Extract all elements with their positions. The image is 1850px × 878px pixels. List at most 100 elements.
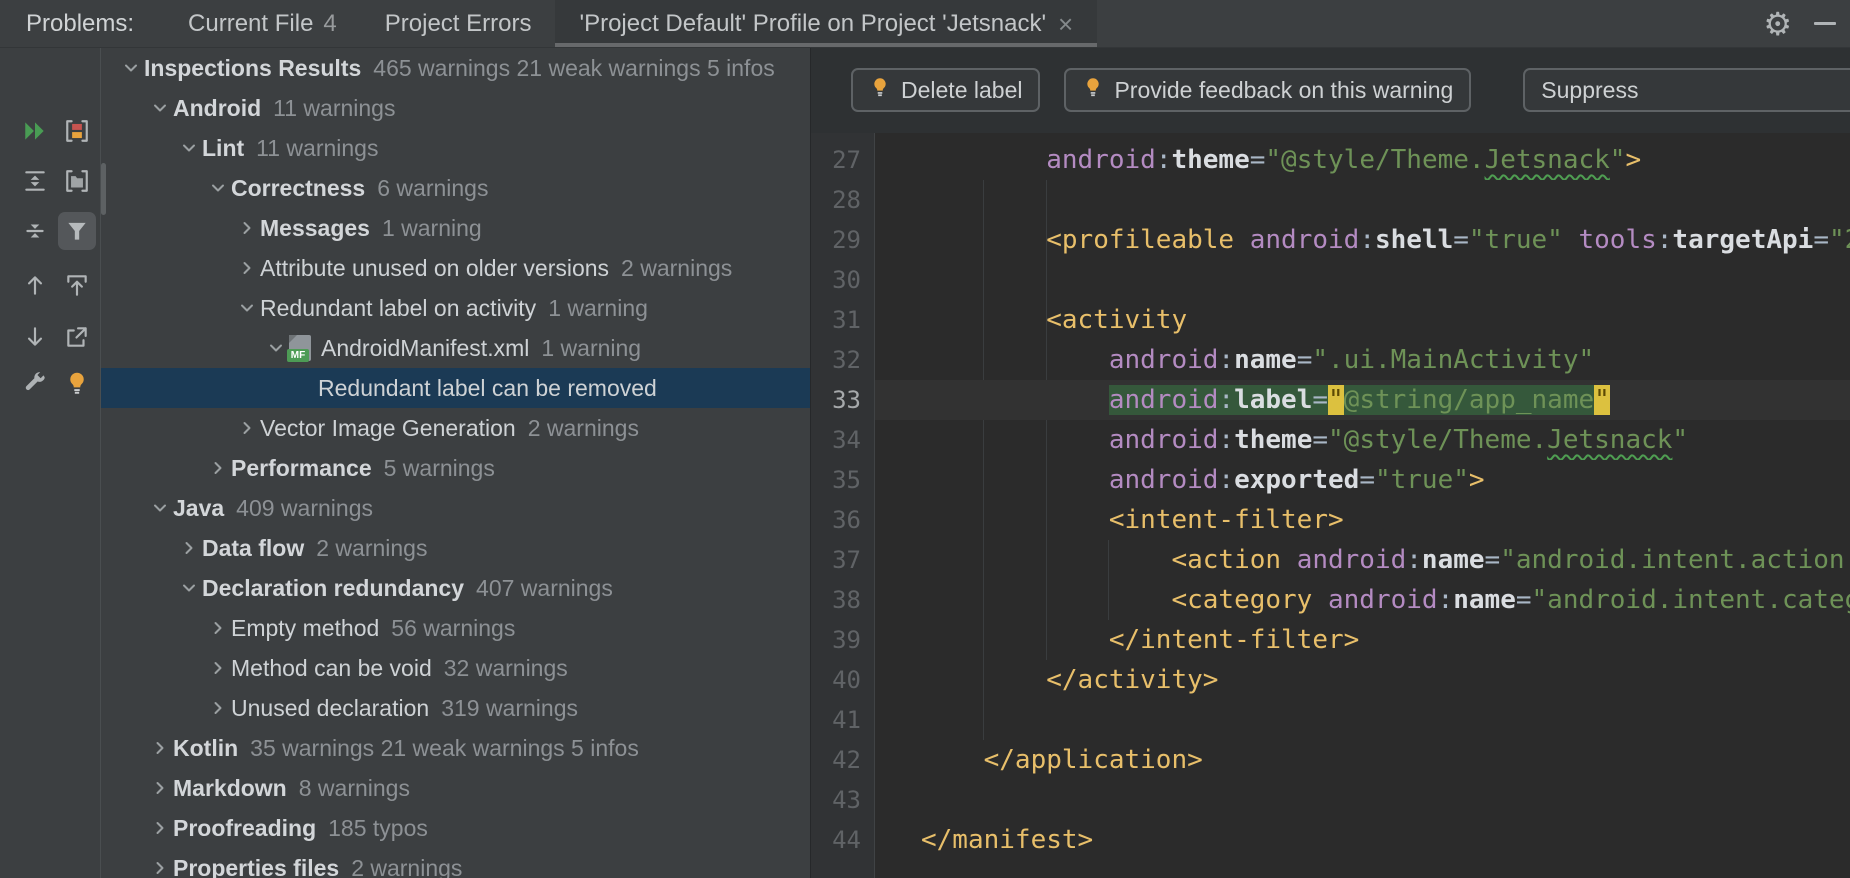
tree-item-count: 1 warning: [548, 295, 648, 322]
tab-project-errors[interactable]: Project Errors: [361, 0, 556, 47]
severity-filter-icon[interactable]: [58, 112, 96, 150]
tree-row[interactable]: Android 11 warnings: [100, 88, 810, 128]
code-line-39[interactable]: 39 </intent-filter>: [811, 620, 1850, 660]
tree-row[interactable]: Attribute unused on older versions2 warn…: [100, 248, 810, 288]
line-number: 32: [811, 340, 875, 380]
chevron-down-icon[interactable]: [205, 175, 231, 201]
chevron-right-icon[interactable]: [205, 455, 231, 481]
line-number: 27: [811, 140, 875, 180]
editor-code-area[interactable]: 27 android:theme="@style/Theme.Jetsnack"…: [811, 140, 1850, 860]
tree-item-label: Android: [173, 95, 261, 122]
rerun-inspections-icon[interactable]: [16, 112, 54, 150]
tree-scrollbar-thumb[interactable]: [101, 163, 106, 215]
problems-tab-bar: Problems: Current File4Project Errors'Pr…: [0, 0, 1850, 48]
code-line-31[interactable]: 31 <activity: [811, 300, 1850, 340]
inspection-settings-icon[interactable]: [16, 364, 54, 402]
tree-item-count: 56 warnings: [391, 615, 515, 642]
chevron-down-icon[interactable]: [118, 55, 144, 81]
chevron-down-icon[interactable]: [263, 335, 289, 361]
delete-label-button[interactable]: Delete label: [851, 68, 1040, 112]
code-line-29[interactable]: 29 <profileable android:shell="true" too…: [811, 220, 1850, 260]
filter-resolved-icon[interactable]: [58, 212, 96, 250]
chevron-right-icon[interactable]: [234, 255, 260, 281]
tree-row[interactable]: MFAndroidManifest.xml1 warning: [100, 328, 810, 368]
chevron-down-icon[interactable]: [147, 95, 173, 121]
chevron-right-icon[interactable]: [147, 855, 173, 878]
tree-row[interactable]: Method can be void32 warnings: [100, 648, 810, 688]
tree-row[interactable]: Inspections Results465 warnings 21 weak …: [100, 48, 810, 88]
code-line-43[interactable]: 43: [811, 780, 1850, 820]
chevron-down-icon[interactable]: [147, 495, 173, 521]
tree-row[interactable]: Vector Image Generation2 warnings: [100, 408, 810, 448]
tree-row[interactable]: Java409 warnings: [100, 488, 810, 528]
code-line-32[interactable]: 32 android:name=".ui.MainActivity": [811, 340, 1850, 380]
chevron-right-icon[interactable]: [234, 415, 260, 441]
tree-row[interactable]: Proofreading185 typos: [100, 808, 810, 848]
tree-row-selected[interactable]: Redundant label can be removed: [100, 368, 810, 408]
tree-item-label: Markdown: [173, 775, 287, 802]
code-line-41[interactable]: 41: [811, 700, 1850, 740]
tree-item-count: 465 warnings 21 weak warnings 5 infos: [373, 55, 774, 82]
suppress-button[interactable]: Suppress: [1523, 68, 1850, 112]
code-line-38[interactable]: 38 <category android:name="android.inten…: [811, 580, 1850, 620]
tree-row[interactable]: Performance5 warnings: [100, 448, 810, 488]
code-line-40[interactable]: 40 </activity>: [811, 660, 1850, 700]
line-number: 30: [811, 260, 875, 300]
group-by-directory-icon[interactable]: [58, 162, 96, 200]
previous-problem-icon[interactable]: [16, 266, 54, 304]
next-problem-icon[interactable]: [16, 318, 54, 356]
tree-row[interactable]: Correctness6 warnings: [100, 168, 810, 208]
chevron-down-icon[interactable]: [176, 575, 202, 601]
code-line-44[interactable]: 44</manifest>: [811, 820, 1850, 860]
code-text: </manifest>: [875, 820, 1850, 860]
hide-icon[interactable]: [1814, 22, 1836, 25]
code-line-30[interactable]: 30: [811, 260, 1850, 300]
code-line-42[interactable]: 42 </application>: [811, 740, 1850, 780]
code-line-33[interactable]: 33 android:label="@string/app_name": [811, 380, 1850, 420]
code-text: [875, 700, 1850, 740]
tree-row[interactable]: Declaration redundancy407 warnings: [100, 568, 810, 608]
tree-item-label: Performance: [231, 455, 372, 482]
chevron-right-icon[interactable]: [205, 655, 231, 681]
open-in-new-window-icon[interactable]: [58, 318, 96, 356]
chevron-right-icon[interactable]: [205, 615, 231, 641]
chevron-right-icon[interactable]: [234, 215, 260, 241]
line-number: 39: [811, 620, 875, 660]
tree-row[interactable]: Lint11 warnings: [100, 128, 810, 168]
line-number: 42: [811, 740, 875, 780]
tree-row[interactable]: Redundant label on activity1 warning: [100, 288, 810, 328]
expand-all-icon[interactable]: [16, 162, 54, 200]
tree-row[interactable]: Data flow2 warnings: [100, 528, 810, 568]
provide-feedback-on-this-warning-button[interactable]: Provide feedback on this warning: [1064, 68, 1471, 112]
tab-current-file[interactable]: Current File4: [164, 0, 361, 47]
collapse-all-icon[interactable]: [16, 212, 54, 250]
tree-row[interactable]: Messages1 warning: [100, 208, 810, 248]
chevron-right-icon[interactable]: [147, 775, 173, 801]
tree-row[interactable]: Properties files2 warnings: [100, 848, 810, 878]
quick-fixes-icon[interactable]: [58, 364, 96, 402]
tree-row[interactable]: Empty method56 warnings: [100, 608, 810, 648]
code-line-28[interactable]: 28: [811, 180, 1850, 220]
code-text: android:theme="@style/Theme.Jetsnack">: [875, 140, 1850, 180]
code-text: [875, 180, 1850, 220]
code-line-27[interactable]: 27 android:theme="@style/Theme.Jetsnack"…: [811, 140, 1850, 180]
chevron-right-icon[interactable]: [176, 535, 202, 561]
chevron-down-icon[interactable]: [176, 135, 202, 161]
chevron-right-icon[interactable]: [147, 735, 173, 761]
tab-project-default-profile-on-project-jetsnack[interactable]: 'Project Default' Profile on Project 'Je…: [555, 0, 1097, 47]
tree-item-count: 11 warnings: [273, 95, 395, 122]
settings-gear-icon[interactable]: ⚙: [1763, 8, 1792, 40]
code-line-37[interactable]: 37 <action android:name="android.intent.…: [811, 540, 1850, 580]
tree-row[interactable]: Kotlin35 warnings 21 weak warnings 5 inf…: [100, 728, 810, 768]
tree-row[interactable]: Markdown8 warnings: [100, 768, 810, 808]
chevron-right-icon[interactable]: [147, 815, 173, 841]
code-line-35[interactable]: 35 android:exported="true">: [811, 460, 1850, 500]
close-icon[interactable]: ×: [1058, 11, 1073, 37]
line-number: 41: [811, 700, 875, 740]
code-line-36[interactable]: 36 <intent-filter>: [811, 500, 1850, 540]
code-line-34[interactable]: 34 android:theme="@style/Theme.Jetsnack": [811, 420, 1850, 460]
chevron-right-icon[interactable]: [205, 695, 231, 721]
chevron-down-icon[interactable]: [234, 295, 260, 321]
export-icon[interactable]: [58, 266, 96, 304]
tree-row[interactable]: Unused declaration319 warnings: [100, 688, 810, 728]
